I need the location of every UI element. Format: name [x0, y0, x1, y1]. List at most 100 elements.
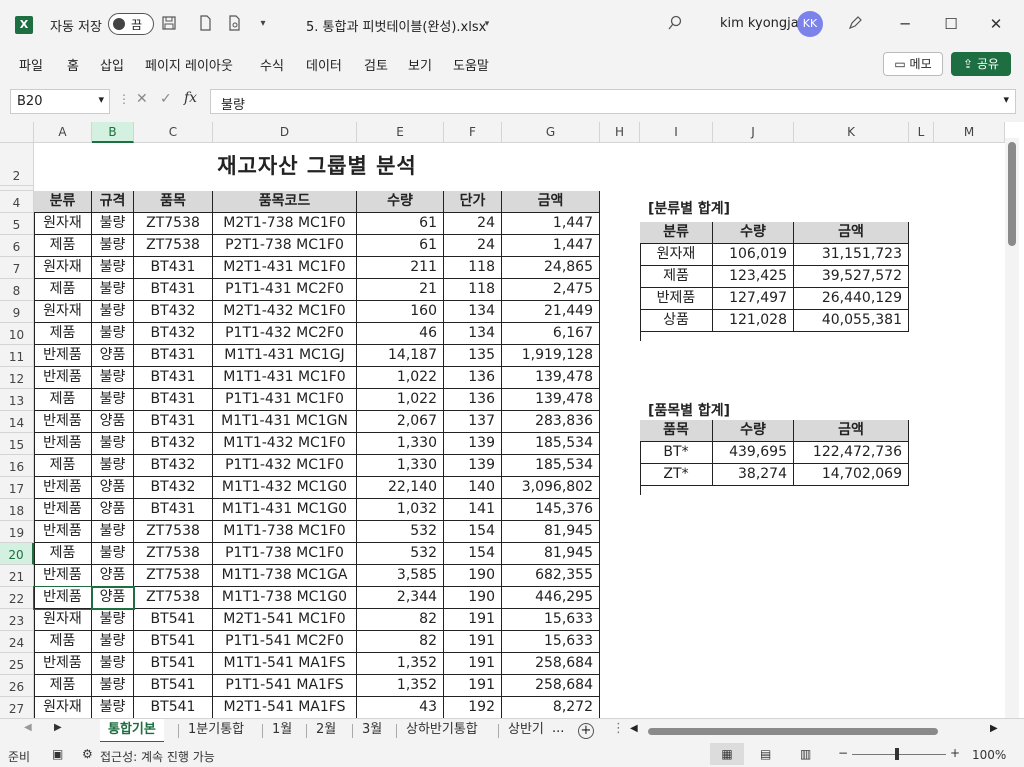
main-table-cell[interactable]: 22,140	[357, 477, 444, 499]
horizontal-scroll-thumb[interactable]	[648, 728, 938, 735]
main-table-cell[interactable]: 446,295	[502, 587, 600, 609]
class-summary-title[interactable]: [분류별 합계]	[648, 198, 730, 218]
main-table-cell[interactable]: 82	[357, 609, 444, 631]
column-header-a[interactable]: A	[34, 122, 92, 143]
main-table-header-cell[interactable]: 수량	[357, 191, 444, 213]
main-table-cell[interactable]: 192	[444, 697, 502, 718]
main-table-cell[interactable]: BT541	[134, 609, 213, 631]
main-table-cell[interactable]: 반제품	[34, 653, 92, 675]
main-table-cell[interactable]: 15,633	[502, 631, 600, 653]
main-table-cell[interactable]: 140	[444, 477, 502, 499]
main-table-cell[interactable]: P1T1-432 MC1F0	[213, 455, 357, 477]
main-table-cell[interactable]: 양품	[92, 411, 134, 433]
main-table-cell[interactable]: 불량	[92, 631, 134, 653]
column-header-c[interactable]: C	[134, 122, 213, 143]
main-table-cell[interactable]: BT432	[134, 433, 213, 455]
zoom-slider[interactable]	[852, 754, 946, 755]
main-table-cell[interactable]: 반제품	[34, 367, 92, 389]
main-table-cell[interactable]: 24	[444, 235, 502, 257]
class-summary-cell[interactable]: 123,425	[713, 266, 794, 288]
main-table-cell[interactable]: 제품	[34, 235, 92, 257]
main-table-cell[interactable]: M1T1-738 MC1F0	[213, 521, 357, 543]
main-table-cell[interactable]: 15,633	[502, 609, 600, 631]
avatar[interactable]: KK	[797, 11, 823, 37]
menu-page-layout[interactable]: 페이지 레이아웃	[145, 55, 233, 74]
document-title[interactable]: 5. 통합과 피벗테이블(완성).xlsx	[306, 16, 486, 35]
accessibility-icon[interactable]: ⚙	[82, 747, 93, 761]
main-table-cell[interactable]: P1T1-541 MA1FS	[213, 675, 357, 697]
item-summary-cell[interactable]: BT*	[640, 442, 713, 464]
item-summary-cell[interactable]: ZT*	[640, 464, 713, 486]
main-table-cell[interactable]: ZT7538	[134, 521, 213, 543]
scroll-thumb[interactable]	[1008, 142, 1016, 246]
menu-formulas[interactable]: 수식	[260, 55, 284, 74]
main-table-cell[interactable]: 양품	[92, 477, 134, 499]
main-table-cell[interactable]: 반제품	[34, 565, 92, 587]
main-table-cell[interactable]: 21	[357, 279, 444, 301]
main-table-cell[interactable]: ZT7538	[134, 565, 213, 587]
class-summary-cell[interactable]: 39,527,572	[794, 266, 909, 288]
main-table-cell[interactable]: 제품	[34, 389, 92, 411]
row-header-7[interactable]: 7	[0, 257, 34, 279]
class-summary-cell[interactable]: 26,440,129	[794, 288, 909, 310]
class-summary-header-cell[interactable]: 분류	[640, 222, 713, 244]
main-table-cell[interactable]: 불량	[92, 235, 134, 257]
column-header-f[interactable]: F	[444, 122, 502, 143]
main-table-cell[interactable]: 61	[357, 213, 444, 235]
class-summary-cell[interactable]: 31,151,723	[794, 244, 909, 266]
main-table-cell[interactable]: 원자재	[34, 213, 92, 235]
user-name[interactable]: kim kyongja	[720, 16, 799, 31]
column-header-k[interactable]: K	[794, 122, 909, 143]
main-table-cell[interactable]: 불량	[92, 653, 134, 675]
main-table-header-cell[interactable]: 품목코드	[213, 191, 357, 213]
main-table-cell[interactable]: 191	[444, 653, 502, 675]
main-table-cell[interactable]: 135	[444, 345, 502, 367]
main-table-cell[interactable]: 반제품	[34, 433, 92, 455]
main-table-cell[interactable]: 185,534	[502, 433, 600, 455]
main-table-cell[interactable]: 258,684	[502, 675, 600, 697]
tab-splitter-icon[interactable]: ⋮	[612, 721, 625, 736]
share-button[interactable]: ⇪ 공유	[951, 52, 1011, 76]
main-table-cell[interactable]: 불량	[92, 213, 134, 235]
main-table-cell[interactable]: ZT7538	[134, 235, 213, 257]
scroll-tabs-right-icon[interactable]: ▶	[54, 722, 62, 733]
main-table-cell[interactable]: 61	[357, 235, 444, 257]
main-table-cell[interactable]: BT432	[134, 477, 213, 499]
main-table-cell[interactable]: ZT7538	[134, 213, 213, 235]
main-table-cell[interactable]: 1,919,128	[502, 345, 600, 367]
main-table-cell[interactable]: 불량	[92, 675, 134, 697]
title-dropdown-icon[interactable]: ▾	[478, 15, 496, 33]
main-table-cell[interactable]: M2T1-541 MC1F0	[213, 609, 357, 631]
item-summary-cell[interactable]: 38,274	[713, 464, 794, 486]
customize-toolbar-icon[interactable]: ▾	[254, 15, 272, 33]
main-table-header-cell[interactable]: 분류	[34, 191, 92, 213]
column-header-g[interactable]: G	[502, 122, 600, 143]
row-header-26[interactable]: 26	[0, 675, 34, 697]
formula-input[interactable]: 불량 ▾	[210, 89, 1016, 114]
main-table-cell[interactable]: 283,836	[502, 411, 600, 433]
main-table-cell[interactable]: M1T1-432 MC1G0	[213, 477, 357, 499]
row-header-15[interactable]: 15	[0, 433, 34, 455]
class-summary-cell[interactable]: 상품	[640, 310, 713, 332]
main-table-cell[interactable]: 불량	[92, 257, 134, 279]
item-summary-cell[interactable]: 439,695	[713, 442, 794, 464]
main-table-cell[interactable]: 양품	[92, 587, 134, 609]
menu-help[interactable]: 도움말	[453, 55, 489, 74]
main-table-cell[interactable]: 21,449	[502, 301, 600, 323]
main-table-cell[interactable]: 원자재	[34, 257, 92, 279]
main-table-cell[interactable]: 불량	[92, 543, 134, 565]
zoom-out-icon[interactable]: −	[838, 746, 848, 760]
main-table-cell[interactable]: BT431	[134, 367, 213, 389]
main-table-cell[interactable]: 1,032	[357, 499, 444, 521]
new-file-icon[interactable]	[196, 15, 214, 33]
main-table-cell[interactable]: ZT7538	[134, 587, 213, 609]
main-table-cell[interactable]: 682,355	[502, 565, 600, 587]
main-table-cell[interactable]: 258,684	[502, 653, 600, 675]
sheet-title[interactable]: 재고자산 그룹별 분석	[34, 146, 600, 186]
main-table-cell[interactable]: BT431	[134, 345, 213, 367]
main-table-cell[interactable]: 제품	[34, 631, 92, 653]
main-table-cell[interactable]: 532	[357, 543, 444, 565]
page-layout-view-icon[interactable]: ▤	[760, 747, 771, 761]
class-summary-cell[interactable]: 127,497	[713, 288, 794, 310]
main-table-cell[interactable]: M2T1-432 MC1F0	[213, 301, 357, 323]
